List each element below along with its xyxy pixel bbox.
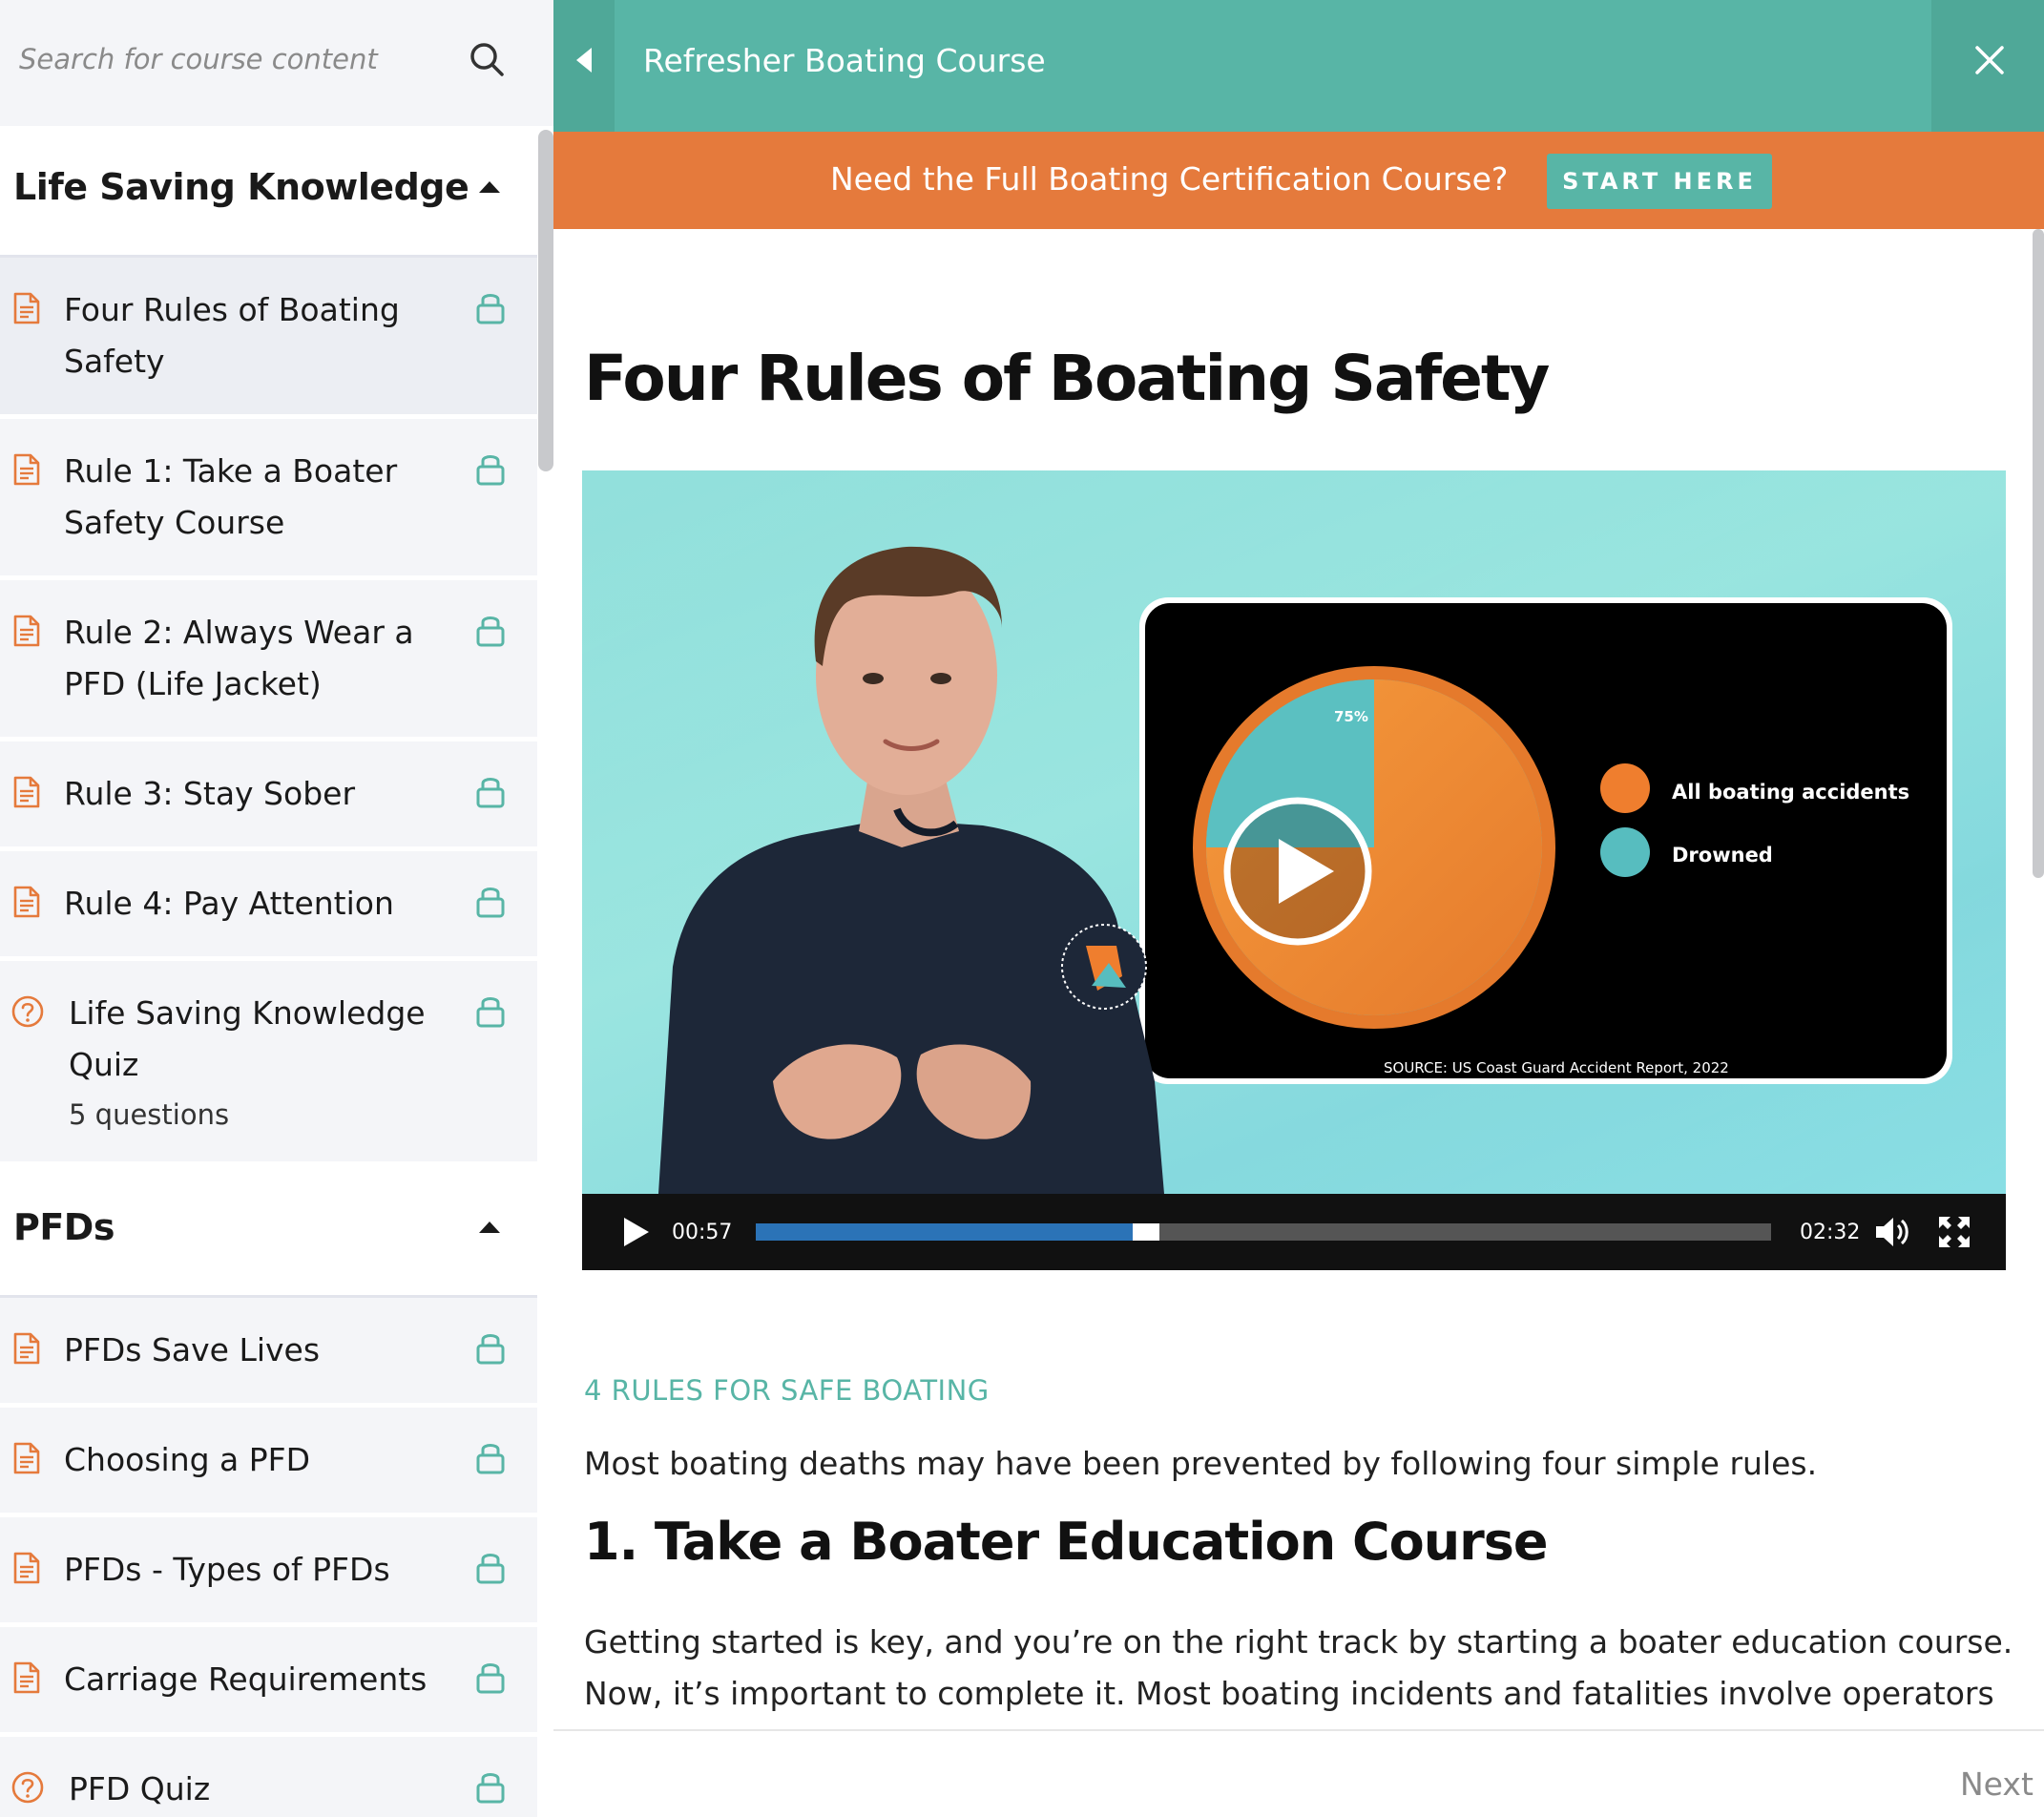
document-icon [13,1661,40,1694]
caret-left-icon [576,48,592,73]
lesson-label: PFDs - Types of PFDs [64,1551,390,1588]
page-title: Four Rules of Boating Safety [584,342,1550,415]
lesson-label: PFDs Save Lives [64,1331,321,1368]
document-icon [13,292,40,324]
lesson-label: Rule 4: Pay Attention [64,885,394,922]
lesson-question-count: 5 questions [69,1098,230,1131]
legend-swatch-teal [1600,827,1650,877]
legend-drowned: Drowned [1672,844,1773,867]
app-root: Life Saving Knowledge Four Rules of Boati… [0,0,2044,1817]
section-kicker: 4 RULES FOR SAFE BOATING [584,1374,990,1407]
lesson-label: Carriage Requirements [64,1660,428,1698]
video-controls: 00:57 02:32 [582,1194,2006,1270]
document-icon [13,886,40,918]
search-bar [0,0,553,126]
play-icon[interactable] [618,1215,653,1249]
course-header: Refresher Boating Course [553,0,2044,132]
start-here-button[interactable]: START HERE [1547,154,1772,209]
document-icon [13,615,40,647]
lock-icon [475,613,506,647]
lock-icon [475,451,506,486]
slide-source: SOURCE: US Coast Guard Accident Report, … [1384,1059,1729,1076]
lesson-label: Rule 1: Take a Boater Safety Course [64,452,398,541]
legend-all-accidents: All boating accidents [1672,781,1909,804]
caret-up-icon[interactable] [479,1222,500,1233]
current-time: 00:57 [672,1221,733,1244]
next-button[interactable]: Next [1960,1765,2034,1803]
section-title: Life Saving Knowledge [13,166,469,208]
pie-percent-label: 75% [1334,708,1368,725]
content-scrollbar-thumb[interactable] [2033,229,2044,878]
lesson-item[interactable]: PFDs Save Lives [0,1298,537,1408]
lesson-item[interactable]: PFD Quiz5 questions [0,1737,537,1817]
legend-swatch-orange [1600,763,1650,813]
lock-icon [475,1660,506,1694]
document-icon [13,776,40,808]
search-input[interactable] [19,32,439,86]
sidebar-scrollbar-thumb[interactable] [538,130,553,471]
caret-up-icon[interactable] [479,181,500,193]
section-title: PFDs [13,1206,115,1248]
lesson-label: Life Saving Knowledge Quiz [69,994,426,1083]
intro-paragraph: Most boating deaths may have been preven… [584,1445,1818,1482]
seek-progress [756,1223,1137,1241]
document-icon [13,1332,40,1365]
video-player[interactable]: 75% All boating accidents Drowned SOURCE… [582,470,2006,1270]
lock-icon [475,884,506,918]
lesson-label: PFD Quiz [69,1770,211,1807]
rule-1-heading: 1. Take a Boater Education Course [584,1512,1549,1572]
seek-handle[interactable] [1133,1223,1159,1241]
lock-icon [475,1769,506,1804]
rule-1-paragraph: Getting started is key, and you’re on th… [584,1623,2013,1712]
document-icon [13,453,40,486]
lock-icon [475,1550,506,1584]
lock-icon [475,993,506,1028]
lesson-item[interactable]: Life Saving Knowledge Quiz 5 questions [0,961,537,1166]
lock-icon [475,1440,506,1474]
lock-icon [475,1330,506,1365]
lesson-item[interactable]: Rule 1: Take a Boater Safety Course [0,419,537,580]
quiz-question-icon [11,1771,44,1804]
quiz-question-icon [11,995,44,1028]
lesson-label: Rule 3: Stay Sober [64,775,356,812]
promo-text: Need the Full Boating Certification Cour… [830,160,1509,198]
play-overlay-button[interactable] [1221,795,1374,948]
fullscreen-icon[interactable] [1937,1215,1971,1249]
lesson-item[interactable]: Rule 3: Stay Sober [0,741,537,851]
search-icon[interactable] [468,40,506,78]
document-icon [13,1442,40,1474]
course-title: Refresher Boating Course [643,42,1046,79]
document-icon [13,1552,40,1584]
lesson-item[interactable]: Carriage Requirements [0,1627,537,1737]
lesson-label: Four Rules of Boating Safety [64,291,400,380]
close-button[interactable] [1931,0,2044,132]
lesson-footer: Next [553,1729,2044,1817]
lock-icon [475,290,506,324]
seek-bar[interactable] [756,1223,1771,1241]
lesson-item[interactable]: Choosing a PFD [0,1408,537,1517]
lesson-content: Four Rules of Boating Safety 75% All boa… [553,229,2044,1729]
section-header-1[interactable]: PFDs [0,1166,537,1298]
section-header-0[interactable]: Life Saving Knowledge [0,126,537,258]
lesson-item[interactable]: Rule 4: Pay Attention [0,851,537,961]
lesson-item[interactable]: Rule 2: Always Wear a PFD (Life Jacket) [0,580,537,741]
collapse-sidebar-button[interactable] [553,0,615,132]
course-sidebar: Life Saving Knowledge Four Rules of Boati… [0,0,553,1817]
total-time: 02:32 [1800,1221,1861,1244]
lesson-item[interactable]: PFDs - Types of PFDs [0,1517,537,1627]
lock-icon [475,774,506,808]
lesson-label: Rule 2: Always Wear a PFD (Life Jacket) [64,614,414,702]
close-icon [1975,46,2004,74]
lesson-nav: Life Saving Knowledge Four Rules of Boati… [0,126,537,1817]
lesson-item[interactable]: Four Rules of Boating Safety [0,258,537,419]
promo-banner: Need the Full Boating Certification Cour… [553,132,2044,229]
lesson-label: Choosing a PFD [64,1441,311,1478]
volume-icon[interactable] [1874,1215,1912,1249]
